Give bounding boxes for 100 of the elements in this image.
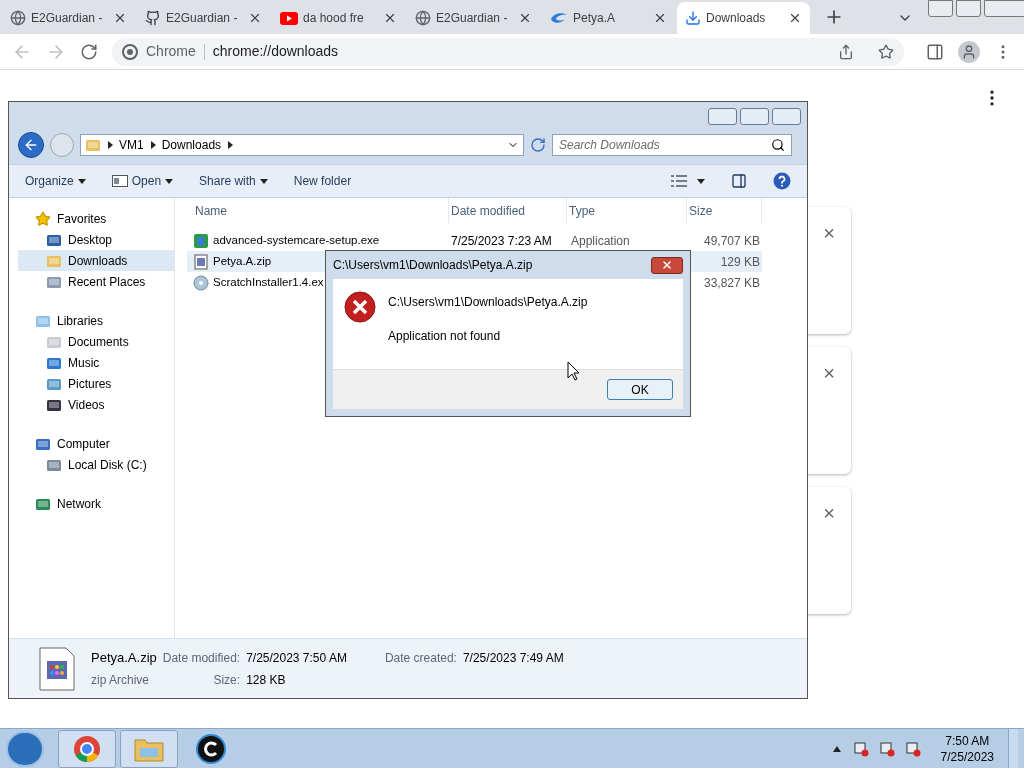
nav-item[interactable]: Desktop <box>18 229 174 250</box>
column-header[interactable]: Name <box>193 198 449 223</box>
nav-item[interactable]: Documents <box>18 331 174 352</box>
error-message: Application not found <box>388 328 502 345</box>
toolbar-button[interactable]: Open <box>111 172 174 190</box>
tab-title: da hood fre <box>303 10 365 27</box>
chrome-logo-icon <box>122 43 138 60</box>
error-icon <box>344 291 376 323</box>
close-icon[interactable] <box>518 11 532 25</box>
profile-avatar[interactable] <box>958 40 980 63</box>
close-button[interactable] <box>651 256 683 274</box>
toolbar-button[interactable]: Share with <box>199 172 268 190</box>
restore-icon[interactable] <box>740 108 769 125</box>
file-size: 49,707 KB <box>703 233 760 248</box>
minimize-icon[interactable] <box>928 0 953 17</box>
start-button[interactable] <box>6 730 44 767</box>
search-field[interactable]: Search Downloads <box>552 134 792 156</box>
window-icon <box>111 175 128 187</box>
disc-icon <box>193 274 209 291</box>
tab-title: E2Guardian - <box>436 10 509 27</box>
person-icon <box>961 43 977 60</box>
toolbar-button[interactable]: New folder <box>293 172 352 190</box>
site-label: Chrome <box>146 42 196 61</box>
archive-icon <box>39 646 75 691</box>
star-icon <box>35 210 51 227</box>
detail-label: Date modified: <box>162 650 241 668</box>
column-header[interactable]: Size <box>687 198 762 223</box>
address-bar[interactable]: Chrome chrome://downloads <box>112 37 904 66</box>
file-name: ScratchInstaller1.4.ex <box>213 274 324 290</box>
browser-tab[interactable]: da hood fre <box>272 2 405 34</box>
nav-item[interactable]: Videos <box>18 394 174 415</box>
restore-icon[interactable] <box>956 0 981 17</box>
chevron-icon[interactable] <box>107 141 113 149</box>
chevron-icon[interactable] <box>227 141 234 149</box>
nav-item[interactable]: Local Disk (C:) <box>18 454 174 475</box>
refresh-icon[interactable] <box>530 137 546 153</box>
close-icon[interactable] <box>788 11 802 25</box>
back-icon <box>23 137 39 153</box>
caret-icon[interactable] <box>259 177 268 185</box>
nav-item[interactable]: Network <box>19 493 174 514</box>
close-icon[interactable] <box>383 11 397 25</box>
caret-icon[interactable] <box>697 177 705 185</box>
view-icon[interactable] <box>671 175 687 187</box>
search-icon <box>771 138 785 152</box>
nav-item[interactable]: Computer <box>19 433 174 454</box>
chrome-logo-icon <box>73 734 101 763</box>
remove-button[interactable]: × <box>823 503 835 598</box>
share-icon[interactable] <box>838 43 854 60</box>
minimize-icon[interactable] <box>708 108 737 125</box>
detail-value: 7/25/2023 7:50 AM <box>246 650 347 668</box>
close-icon[interactable] <box>653 11 667 25</box>
browser-tab[interactable]: Downloads <box>677 2 810 34</box>
caret-icon[interactable] <box>165 177 174 185</box>
detail-kind: zip Archive <box>91 671 151 689</box>
nav-item[interactable]: Libraries <box>19 310 174 331</box>
side-panel-icon[interactable] <box>926 42 944 61</box>
reload-icon[interactable] <box>80 42 98 61</box>
tab-title: Petya.A <box>573 10 617 27</box>
error-path: C:\Users\vm1\Downloads\Petya.A.zip <box>388 294 588 311</box>
close-icon[interactable] <box>248 11 262 25</box>
remove-button[interactable]: × <box>823 363 835 458</box>
file-date: 7/25/2023 7:23 AM <box>451 233 552 248</box>
browser-tab[interactable]: E2Guardian - <box>2 2 135 34</box>
close-icon[interactable] <box>113 11 127 25</box>
nav-item[interactable]: Pictures <box>18 373 174 394</box>
chevron-icon[interactable] <box>149 141 156 149</box>
browser-tab[interactable]: E2Guardian - <box>407 2 540 34</box>
breadcrumb[interactable]: Downloads <box>161 136 222 154</box>
detail-label: Size: <box>212 671 241 689</box>
detail-value: 128 KB <box>246 671 287 689</box>
bookmark-icon[interactable] <box>878 43 894 60</box>
nav-item[interactable]: Downloads <box>18 250 174 271</box>
ok-button[interactable]: OK <box>607 379 673 400</box>
file-row[interactable]: ScratchInstaller1.4.ex 33,827 KB <box>187 272 762 293</box>
remove-button[interactable]: × <box>823 223 835 318</box>
back-button[interactable] <box>18 132 44 158</box>
address-field[interactable]: VM1 Downloads <box>80 134 524 156</box>
toolbar-button[interactable]: Organize <box>25 172 86 190</box>
column-header[interactable]: Date modified <box>449 198 567 223</box>
breadcrumb[interactable]: VM1 <box>119 136 144 154</box>
installer-icon <box>193 232 209 249</box>
dialog-title: C:\Users\vm1\Downloads\Petya.A.zip <box>333 257 533 274</box>
swoosh-icon <box>550 12 568 24</box>
play-icon <box>280 11 298 25</box>
browser-tab[interactable]: E2Guardian - <box>137 2 270 34</box>
search-placeholder: Search Downloads <box>559 137 661 154</box>
help-icon[interactable] <box>773 172 791 190</box>
nav-item[interactable]: Favorites <box>19 208 174 229</box>
download-icon <box>685 10 701 26</box>
browser-tab[interactable]: Petya.A <box>542 2 675 34</box>
nav-item[interactable]: Music <box>18 352 174 373</box>
nav-item[interactable]: Recent Places <box>18 271 174 292</box>
file-row[interactable]: advanced-systemcare-setup.exe 7/25/2023 7:23 AM Application 49,707 KB <box>187 230 762 251</box>
clock-date: 7/25/2023 <box>940 748 994 765</box>
column-header[interactable]: Type <box>567 198 687 223</box>
tray-expand-icon[interactable] <box>832 745 841 752</box>
file-name: advanced-systemcare-setup.exe <box>213 232 380 248</box>
file-size: 33,827 KB <box>703 275 760 290</box>
preview-pane-icon[interactable] <box>731 173 747 189</box>
caret-icon[interactable] <box>77 177 86 185</box>
